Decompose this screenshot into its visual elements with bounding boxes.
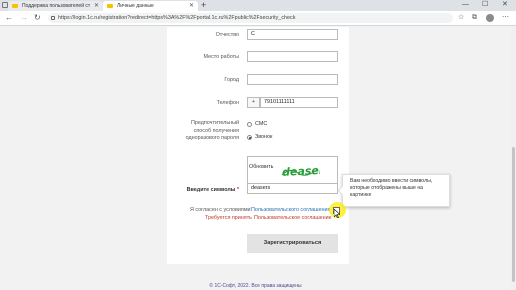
otp-call-radio[interactable] (247, 135, 252, 140)
agreement-text: Я согласен с условиями (190, 207, 251, 213)
browser-tab-bar: Поддержка пользователей ст ✕ Личные данн… (0, 0, 516, 11)
url-text: https://login.1c.ru/registration?redirec… (58, 15, 296, 21)
otp-label-line: способ получения (193, 127, 239, 134)
minimize-button[interactable]: — (462, 0, 469, 10)
otp-sms-radio[interactable] (247, 122, 252, 127)
tab-personal-data[interactable]: Личные данные ✕ (103, 1, 198, 11)
tab-support[interactable]: Поддержка пользователей ст ✕ (8, 1, 103, 11)
captcha-input-label: Введите символы * (187, 187, 239, 193)
otp-call-label: Звонок (255, 134, 273, 140)
close-tab-icon[interactable]: ✕ (94, 1, 99, 11)
workplace-input[interactable] (247, 51, 338, 62)
captcha-input[interactable]: deasers (247, 183, 338, 194)
phone-label: Телефон (216, 100, 239, 106)
register-button[interactable]: Зарегистрироваться (247, 234, 338, 253)
close-window-button[interactable]: ✕ (502, 0, 508, 10)
workplace-label: Место работы (203, 54, 239, 60)
forward-arrow-icon[interactable]: → (20, 13, 28, 23)
tab-label: Поддержка пользователей ст (22, 3, 91, 9)
phone-input[interactable]: 79101111111 (260, 97, 338, 108)
captcha-image: deasers (281, 163, 320, 179)
tab-label: Личные данные (117, 3, 154, 9)
otp-label-line: одноразового пароля (185, 135, 239, 141)
city-input[interactable] (247, 74, 338, 85)
captcha-hint-tooltip: Вам необходимо ввести символы, которые о… (342, 174, 450, 207)
address-bar[interactable]: https://login.1c.ru/registration?redirec… (48, 13, 453, 23)
required-mark: * (236, 187, 239, 193)
agreement-warning-link[interactable]: Пользовательское соглашение (254, 215, 332, 221)
captcha-refresh-link[interactable]: Обновить (249, 164, 273, 170)
back-arrow-icon[interactable]: ← (5, 13, 13, 23)
captcha-label-text: Введите символы (186, 187, 236, 193)
otp-sms-label: СМС (255, 121, 268, 127)
more-menu-icon[interactable]: ⋯ (502, 13, 509, 23)
otp-label-line: Предпочтительный (190, 120, 239, 126)
copyright-footer: © 1С-Софт, 2022. Все права защищены (209, 283, 302, 289)
scrollbar-thumb[interactable] (512, 147, 515, 282)
lock-icon (51, 16, 55, 20)
profile-avatar[interactable] (486, 14, 494, 22)
favorites-icon[interactable]: ☆ (458, 13, 464, 23)
city-label: Город (224, 77, 239, 83)
collections-icon[interactable]: ⧉ (472, 13, 477, 23)
mouse-pointer-icon (334, 209, 340, 218)
1c-favicon-icon (12, 4, 18, 8)
1c-favicon-icon (107, 4, 113, 8)
patronymic-input[interactable]: С (247, 29, 338, 40)
page-scrollbar[interactable] (511, 27, 516, 290)
registration-card (167, 27, 349, 264)
new-tab-button[interactable]: + (201, 0, 206, 10)
maximize-button[interactable]: ☐ (482, 0, 488, 10)
address-toolbar: ← → ↻ https://login.1c.ru/registration?r… (0, 11, 516, 26)
captcha-text: deasers (282, 163, 320, 179)
reload-icon[interactable]: ↻ (34, 13, 41, 23)
patronymic-label: Отчество (215, 32, 239, 38)
phone-country-code[interactable]: + (247, 97, 260, 108)
agreement-warning: Требуется принять (205, 215, 252, 221)
agreement-link[interactable]: Пользовательского соглашения (251, 207, 330, 213)
otp-method-label: Предпочтительный способ получения однора… (186, 120, 239, 143)
close-tab-icon[interactable]: ✕ (189, 1, 194, 11)
